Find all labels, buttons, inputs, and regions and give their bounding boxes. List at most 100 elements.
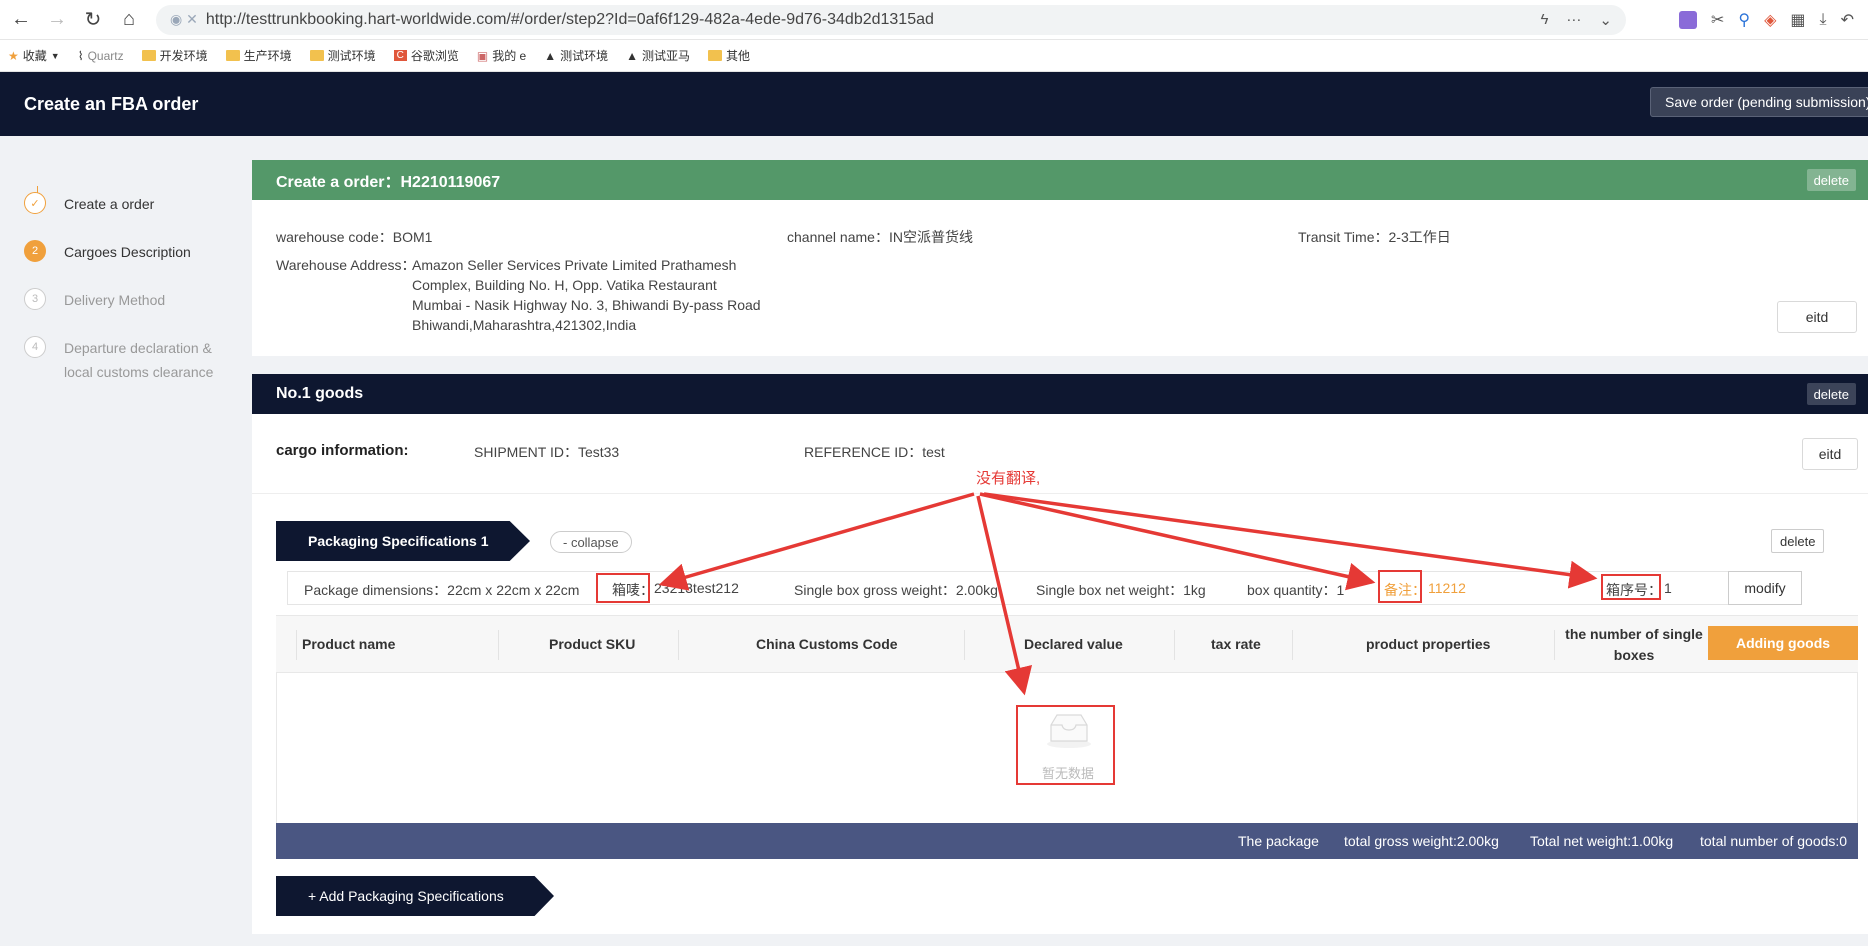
folder-icon bbox=[309, 50, 324, 61]
add-packaging-spec-button[interactable]: + Add Packaging Specifications bbox=[276, 876, 554, 916]
delete-goods-button[interactable]: delete bbox=[1806, 383, 1856, 405]
col-declared-value: Declared value bbox=[1024, 636, 1123, 652]
spec-row: Package dimensions：22cm x 22cm x 22cm 箱唛… bbox=[287, 571, 1729, 605]
reference-id: REFERENCE ID：test bbox=[804, 444, 945, 460]
step-number: 2 bbox=[24, 240, 46, 262]
edit-goods-button[interactable]: eitd bbox=[1802, 438, 1858, 470]
add-goods-button[interactable]: Adding goods bbox=[1708, 626, 1858, 660]
translate-ext-icon[interactable] bbox=[1678, 10, 1697, 29]
step-number: 3 bbox=[24, 288, 46, 310]
scissors-icon[interactable]: ✂ bbox=[1711, 10, 1724, 30]
app-header: Create an FBA order Save order (pending … bbox=[0, 72, 1868, 136]
annotation-box-remark bbox=[1378, 570, 1422, 603]
summary-package: The package bbox=[1238, 833, 1319, 849]
box-quantity: box quantity：1 bbox=[1247, 582, 1345, 598]
column-divider bbox=[1292, 630, 1293, 660]
column-divider bbox=[296, 630, 297, 660]
modify-button[interactable]: modify bbox=[1728, 571, 1802, 605]
annotation-box-box-number bbox=[1601, 574, 1661, 600]
summary-bar: The package total gross weight:2.00kg To… bbox=[276, 823, 1858, 859]
folder-icon bbox=[708, 50, 723, 61]
download-icon[interactable]: ⤓ bbox=[1820, 11, 1827, 29]
bookmark-item[interactable]: ⌇ Quartz bbox=[78, 49, 124, 63]
caret-down-icon: ▼ bbox=[50, 50, 60, 61]
bookmark-item[interactable]: 生产环境 bbox=[225, 47, 292, 64]
triangle-icon: ▲ bbox=[544, 48, 557, 63]
home-icon[interactable]: ⌂ bbox=[114, 5, 144, 35]
channel-name: channel name：IN空派普货线 bbox=[787, 229, 973, 245]
box-number-value: 1 bbox=[1664, 580, 1672, 596]
summary-gross-weight: total gross weight:2.00kg bbox=[1344, 833, 1499, 849]
shipping-mark-value: 23213test212 bbox=[654, 580, 739, 596]
annotation-note: 没有翻译, bbox=[976, 470, 1041, 487]
order-header: Create a order：H2210119067 delete bbox=[252, 160, 1868, 200]
step-label: Departure declaration & local customs cl… bbox=[64, 340, 214, 380]
bookmark-item[interactable]: 其他 bbox=[708, 47, 750, 64]
summary-goods-count: total number of goods:0 bbox=[1700, 833, 1848, 849]
apps-grid-icon[interactable]: ▦ bbox=[1790, 10, 1805, 30]
cargo-info-label: cargo information: bbox=[276, 442, 409, 459]
bookmark-item[interactable]: ▲ 测试亚马 bbox=[626, 47, 690, 64]
lightning-icon[interactable]: ϟ bbox=[1540, 11, 1548, 29]
column-divider bbox=[678, 630, 679, 660]
divider bbox=[252, 493, 1868, 494]
order-title: Create a order：H2210119067 bbox=[276, 174, 501, 191]
check-icon: ✓ bbox=[24, 192, 46, 214]
back-arrow-icon[interactable]: ← bbox=[6, 5, 36, 35]
packaging-spec-tab[interactable]: Packaging Specifications 1 bbox=[276, 521, 530, 561]
summary-net-weight: Total net weight:1.00kg bbox=[1530, 833, 1674, 849]
bookmark-item[interactable]: ▣ 我的 e⁣ bbox=[477, 47, 526, 64]
step-number: 4 bbox=[24, 336, 46, 358]
col-units-per-box: the number of single boxes bbox=[1565, 626, 1703, 663]
folder-icon bbox=[225, 50, 240, 61]
column-divider bbox=[1554, 630, 1555, 660]
bookmarks-bar: ★ 收藏 ▼ ⌇ Quartz 开发环境 生产环境 测试环境 C 谷歌浏览 ▣ 我的 e⁣… bbox=[0, 40, 1868, 72]
bookmark-item[interactable]: C 谷歌浏览 bbox=[393, 47, 459, 64]
game-ext-icon[interactable]: ◈ bbox=[1764, 10, 1776, 30]
address-bar[interactable]: ◉ ✕ http://testtrunkbooking.hart-worldwi… bbox=[156, 4, 1626, 35]
quartz-icon: ⌇ bbox=[77, 48, 84, 63]
browser-toolbar: ← → ↻ ⌂ ◉ ✕ http://testtrunkbooking.hart… bbox=[0, 0, 1868, 40]
collapse-button[interactable]: - collapse bbox=[550, 531, 632, 553]
bookmark-item[interactable]: ▲ 测试环境 bbox=[544, 47, 608, 64]
edit-order-button[interactable]: eitd bbox=[1777, 301, 1857, 333]
package-dimensions: Package dimensions：22cm x 22cm x 22cm bbox=[304, 582, 580, 598]
col-product-name: Product name bbox=[302, 636, 396, 652]
save-order-button[interactable]: Save order (pending submission) bbox=[1650, 87, 1868, 117]
chevron-down-icon[interactable]: ⌄ bbox=[1599, 11, 1612, 29]
products-table-header: Product name Product SKU China Customs C… bbox=[276, 615, 1858, 673]
step-delivery-method[interactable]: 3 Delivery Method bbox=[24, 288, 224, 312]
url-text: http://testtrunkbooking.hart-worldwide.c… bbox=[205, 10, 934, 28]
delete-order-button[interactable]: delete bbox=[1806, 169, 1856, 191]
step-cargoes-description[interactable]: 2 Cargoes Description bbox=[24, 240, 224, 264]
steps-sidebar: ✓ Create a order 2 Cargoes Description 3… bbox=[0, 136, 250, 946]
page-title: Create an FBA order bbox=[24, 93, 199, 114]
column-divider bbox=[498, 630, 499, 660]
bookmark-favorites[interactable]: ★ 收藏 ▼ bbox=[8, 47, 60, 64]
bag-icon: ▣ bbox=[476, 48, 489, 63]
more-icon[interactable]: ··· bbox=[1566, 11, 1581, 29]
transit-time: Transit Time：2-3工作日 bbox=[1298, 229, 1451, 245]
remark-value: 11212 bbox=[1428, 580, 1466, 596]
warehouse-address: Amazon Seller Services Private Limited P… bbox=[412, 257, 761, 333]
annotation-box-mark bbox=[596, 573, 650, 603]
forward-arrow-icon[interactable]: → bbox=[42, 5, 72, 35]
search-ext-icon[interactable]: ⚲ bbox=[1738, 10, 1750, 30]
c-icon: C bbox=[393, 50, 407, 61]
step-create-order[interactable]: ✓ Create a order bbox=[24, 192, 224, 216]
shipment-id: SHIPMENT ID：Test33 bbox=[474, 444, 620, 460]
bookmark-item[interactable]: 开发环境 bbox=[141, 47, 208, 64]
column-divider bbox=[1174, 630, 1175, 660]
undo-icon[interactable]: ↶ bbox=[1841, 10, 1854, 30]
step-label: Create a order bbox=[64, 196, 155, 212]
column-divider bbox=[964, 630, 965, 660]
reload-icon[interactable]: ↻ bbox=[78, 5, 108, 35]
step-departure-declaration[interactable]: 4 Departure declaration & local customs … bbox=[24, 336, 224, 384]
col-customs-code: China Customs Code bbox=[756, 636, 898, 652]
bookmark-item[interactable]: 测试环境 bbox=[309, 47, 376, 64]
step-label: Delivery Method bbox=[64, 292, 166, 308]
star-icon: ★ bbox=[8, 48, 19, 63]
folder-icon bbox=[141, 50, 156, 61]
gross-weight: Single box gross weight：2.00kg bbox=[794, 582, 998, 598]
delete-spec-button[interactable]: delete bbox=[1771, 529, 1825, 553]
